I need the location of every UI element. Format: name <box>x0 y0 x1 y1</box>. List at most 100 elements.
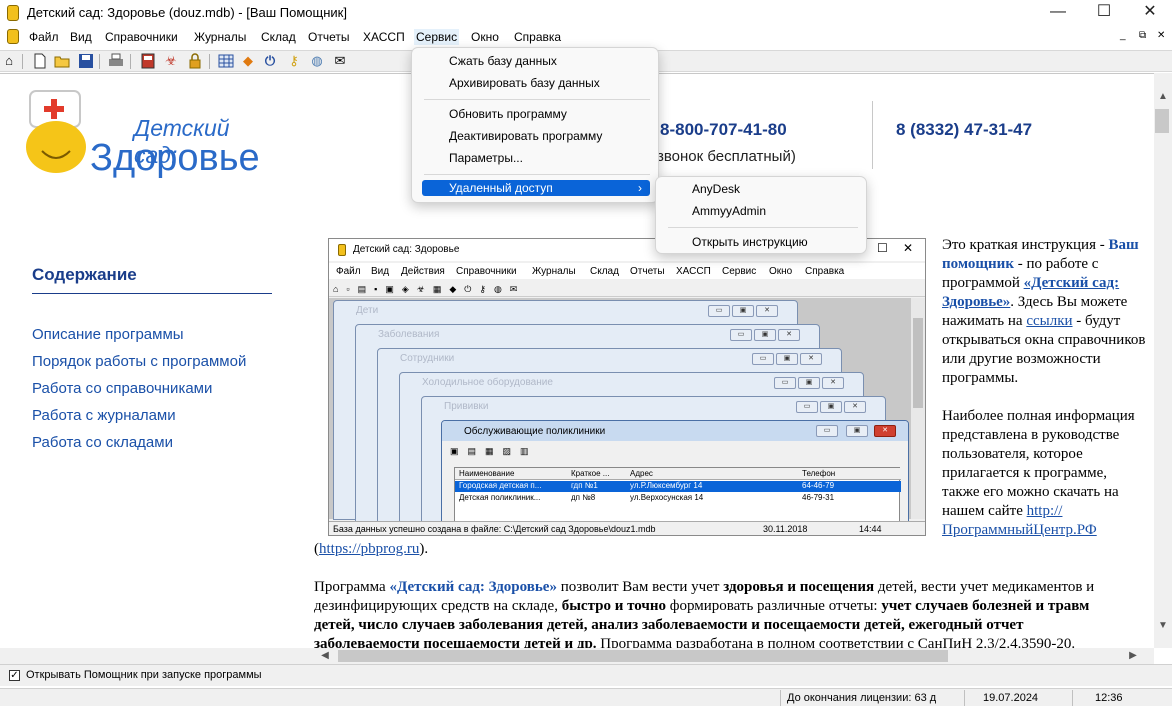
book-icon[interactable] <box>140 53 156 69</box>
desc-text: детей, вести учет медикаментов и <box>877 579 1095 595</box>
menu-warehouse[interactable]: Склад <box>259 29 298 45</box>
key-icon[interactable]: ⚷ <box>286 53 302 69</box>
shot-title: Детский сад: Здоровье <box>353 244 460 255</box>
shot-menu-item: Действия <box>401 266 445 277</box>
toolbar-separator <box>209 54 210 69</box>
shot-menubar: Файл Вид Действия Справочники Журналы Ск… <box>329 263 925 279</box>
toolbar-separator <box>22 54 23 69</box>
shot-front-toolbar: ▣▤▦▨▥ <box>450 446 538 456</box>
menu-help[interactable]: Справка <box>512 29 563 45</box>
desc-bold: детей, число случаев заболевания детей, … <box>314 617 1024 633</box>
new-icon[interactable] <box>32 53 48 69</box>
scroll-up-icon[interactable]: ▲ <box>1154 89 1172 105</box>
shot-menu-item: ХАССП <box>676 266 711 277</box>
shot-win-btn: ▣ <box>732 305 754 317</box>
toc-link-description[interactable]: Описание программы <box>32 326 184 343</box>
startup-checkbox[interactable]: ✓ <box>9 670 20 681</box>
open-icon[interactable] <box>54 53 70 69</box>
save-icon[interactable] <box>78 53 94 69</box>
shot-col: Адрес <box>630 469 653 478</box>
menu-journals[interactable]: Журналы <box>192 29 248 45</box>
toc-link-journals[interactable]: Работа с журналами <box>32 407 176 424</box>
desc-bold: учет случаев болезней и травм <box>881 598 1090 614</box>
toc-link-warehouses[interactable]: Работа со складами <box>32 434 173 451</box>
shot-toolbar: ⌂▫▤▪▣◈☣▦◆⏻⚷◍✉ <box>329 281 925 297</box>
side-text: Это краткая инструкция - <box>942 237 1105 253</box>
mdi-doc-icon[interactable] <box>7 29 19 44</box>
menu-archive-db[interactable]: Архивировать базу данных <box>422 72 650 94</box>
logo: Детский сад: Здоровье <box>24 87 274 182</box>
mdi-restore-button[interactable]: ⧉ <box>1139 30 1146 41</box>
menu-deactivate-program[interactable]: Деактивировать программу <box>422 125 650 147</box>
shot-menu-item: Вид <box>371 266 390 277</box>
shot-win-btn: ▣ <box>776 353 798 365</box>
toc-link-workflow[interactable]: Порядок работы с программой <box>32 353 246 370</box>
pbprog-link[interactable]: https://pbprog.ru <box>319 541 419 557</box>
menu-bar: Файл Вид Справочники Журналы Склад Отчет… <box>0 26 1172 48</box>
globe-icon[interactable]: ◍ <box>309 53 325 69</box>
menu-ammyyadmin[interactable]: AmmyyAdmin <box>664 200 860 222</box>
menu-remote-access[interactable]: Удаленный доступ › <box>422 180 650 196</box>
menu-references[interactable]: Справочники <box>103 29 180 45</box>
vertical-scrollbar[interactable]: ▲ ▼ <box>1154 73 1172 648</box>
table-icon[interactable] <box>218 53 234 69</box>
phone-free: 8-800-707-41-80 <box>660 120 787 139</box>
print-icon[interactable] <box>108 53 124 69</box>
shot-vscroll-thumb <box>913 318 923 408</box>
startup-option-bar: ✓ Открывать Помощник при запуске програм… <box>0 664 1172 686</box>
minimize-button[interactable]: — <box>1035 0 1081 26</box>
shot-col: Наименование <box>459 469 515 478</box>
menu-update-program[interactable]: Обновить программу <box>422 103 650 125</box>
menu-service[interactable]: Сервис <box>414 29 460 45</box>
menu-window[interactable]: Окно <box>469 29 501 45</box>
vscroll-thumb[interactable] <box>1155 109 1169 133</box>
lock-icon[interactable] <box>187 53 203 69</box>
shot-cell: ул.Р.Люксембург 14 <box>630 481 703 490</box>
menu-compress-db[interactable]: Сжать базу данных <box>422 50 650 72</box>
desc-bold: быстро и точно <box>561 598 666 614</box>
horizontal-scrollbar[interactable]: ◀ ▶ <box>0 648 1154 664</box>
scroll-down-icon[interactable]: ▼ <box>1154 618 1172 634</box>
links-link[interactable]: ссылки <box>1026 313 1072 329</box>
menu-parameters[interactable]: Параметры... <box>422 147 650 169</box>
shot-win-btn: ▭ <box>708 305 730 317</box>
menu-reports[interactable]: Отчеты <box>306 29 351 45</box>
remote-access-submenu: AnyDesk AmmyyAdmin Открыть инструкцию <box>655 176 867 254</box>
menu-view[interactable]: Вид <box>68 29 94 45</box>
power-icon[interactable]: ⏻ <box>262 53 278 69</box>
scroll-left-icon[interactable]: ◀ <box>316 648 334 664</box>
shot-row-selected: Городская детская п... гдп №1 ул.Р.Люксе… <box>455 481 901 492</box>
side-paragraph-2: Наиболее полная информация представлена … <box>942 407 1147 540</box>
desc-text: дезинфицирующих средств на складе, <box>314 598 558 614</box>
toolbar-separator <box>130 54 131 69</box>
diamond-icon[interactable]: ◆ <box>240 53 256 69</box>
shot-win-btn: ✕ <box>822 377 844 389</box>
hscroll-thumb[interactable] <box>338 650 948 662</box>
mdi-close-button[interactable]: ✕ <box>1157 30 1165 41</box>
status-date: 19.07.2024 <box>964 690 1072 706</box>
menu-separator <box>424 99 650 100</box>
toolbar-separator <box>99 54 100 69</box>
desc-product: «Детский сад: Здоровье» <box>389 579 557 595</box>
menu-haccp[interactable]: ХАССП <box>361 29 407 45</box>
shot-win-btn: ▣ <box>846 425 868 437</box>
mdi-minimize-button[interactable]: _ <box>1120 30 1126 41</box>
menu-anydesk[interactable]: AnyDesk <box>664 178 860 200</box>
home-icon[interactable]: ⌂ <box>1 53 17 69</box>
shot-col: Краткое ... <box>571 469 610 478</box>
shot-cell: гдп №1 <box>571 481 598 490</box>
shot-win-close: ✕ <box>874 425 896 437</box>
scroll-right-icon[interactable]: ▶ <box>1124 648 1142 664</box>
maximize-button[interactable]: ☐ <box>1081 0 1127 26</box>
desc-text: Программа разработана в полном соответст… <box>600 636 1076 648</box>
phone-local: 8 (8332) 47-31-47 <box>896 120 1033 139</box>
close-button[interactable]: ✕ <box>1127 0 1172 26</box>
shot-menu-item: Сервис <box>722 266 757 277</box>
app-icon[interactable] <box>7 5 19 21</box>
menu-open-instructions[interactable]: Открыть инструкцию <box>664 231 860 253</box>
mail-icon[interactable]: ✉ <box>332 53 348 69</box>
startup-checkbox-label[interactable]: Открывать Помощник при запуске программы <box>26 669 262 681</box>
menu-file[interactable]: Файл <box>27 29 61 45</box>
biohazard-icon[interactable]: ☣ <box>163 53 179 69</box>
toc-link-references[interactable]: Работа со справочниками <box>32 380 212 397</box>
